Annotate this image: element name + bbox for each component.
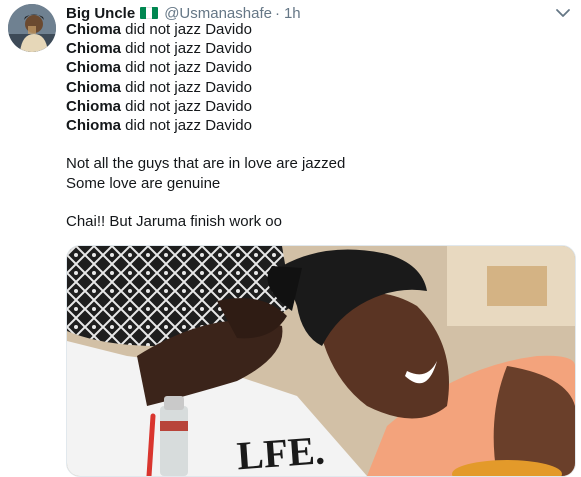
shirt-print-text: LFE. <box>235 427 326 476</box>
display-name[interactable]: Big Uncle <box>66 5 135 22</box>
separator-dot: · <box>274 4 280 22</box>
text-line: Chioma did not jazz Davido <box>66 39 566 58</box>
line-rest: did not jazz Davido <box>121 40 252 58</box>
text-line: Chai!! But Jaruma finish work oo <box>66 212 282 230</box>
line-rest: did not jazz Davido <box>121 116 252 134</box>
photo-illustration: LFE. <box>67 246 575 476</box>
bold-name: Chioma <box>66 116 122 134</box>
tweet-photo[interactable]: LFE. <box>66 245 576 477</box>
text-line: Some love are genuine <box>66 174 221 192</box>
line-rest: did not jazz Davido <box>121 97 252 115</box>
tweet-text: Chioma did not jazz Davido Chioma did no… <box>66 20 566 231</box>
bold-name: Chioma <box>66 59 122 77</box>
avatar[interactable] <box>8 4 56 52</box>
bold-name: Chioma <box>66 21 122 38</box>
text-line: Chioma did not jazz Davido <box>66 97 566 116</box>
bold-name: Chioma <box>66 78 122 96</box>
text-line: Chioma did not jazz Davido <box>66 78 566 97</box>
text-line: Chioma did not jazz Davido <box>66 20 566 39</box>
line-rest: did not jazz Davido <box>121 78 252 96</box>
chevron-down-icon[interactable] <box>555 6 571 18</box>
text-line: Chioma did not jazz Davido <box>66 58 566 77</box>
tweet[interactable]: Big Uncle @Usmanashafe · 1h Chioma did n… <box>0 0 581 477</box>
user-handle[interactable]: @Usmanashafe <box>164 5 272 22</box>
line-rest: did not jazz Davido <box>121 59 252 77</box>
avatar-image <box>8 4 56 52</box>
bold-name: Chioma <box>66 40 122 58</box>
timestamp[interactable]: 1h <box>284 5 301 22</box>
bold-name: Chioma <box>66 97 122 115</box>
text-line: Chioma did not jazz Davido <box>66 116 566 135</box>
nigeria-flag-icon <box>140 7 159 19</box>
line-rest: did not jazz Davido <box>121 21 252 38</box>
text-line: Not all the guys that are in love are ja… <box>66 155 346 173</box>
